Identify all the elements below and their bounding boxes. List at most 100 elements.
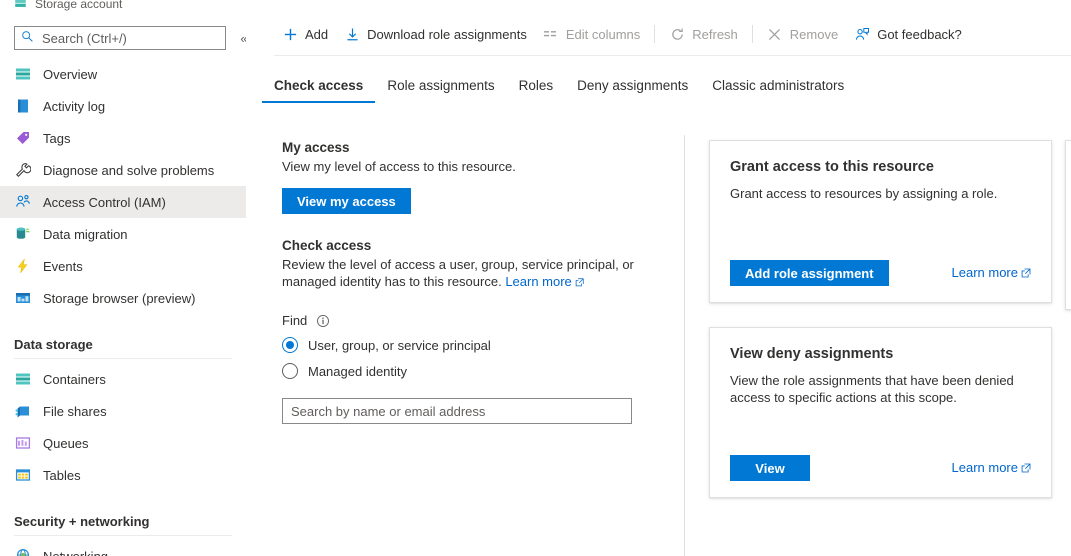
breadcrumb[interactable]: Storage account <box>0 0 246 14</box>
sidebar-item-activity-log[interactable]: Activity log <box>0 90 246 122</box>
search-input[interactable] <box>40 30 219 47</box>
card-footer: View Learn more <box>730 455 1031 481</box>
sidebar-item-label: Tags <box>43 131 70 146</box>
external-link-icon <box>1021 461 1031 476</box>
sidebar-item-networking[interactable]: Networking <box>0 540 246 556</box>
sidebar-item-queues[interactable]: Queues <box>0 427 246 459</box>
sidebar-group-label: Data storage <box>14 337 93 352</box>
wrench-icon <box>14 161 32 179</box>
card-add-role-assignment-button[interactable]: Add role assignment <box>730 260 889 286</box>
column-divider <box>684 135 685 556</box>
tables-icon <box>14 466 32 484</box>
plus-icon <box>282 26 298 42</box>
tab-bar: Check access Role assignments Roles Deny as… <box>274 72 856 103</box>
radio-button[interactable] <box>282 363 298 379</box>
command-bar-divider <box>274 55 1071 56</box>
sidebar-item-data-migration[interactable]: Data migration <box>0 218 246 250</box>
toolbar-remove-button: Remove <box>759 19 846 49</box>
chevron-double-left-icon: « <box>240 31 246 46</box>
containers-icon <box>14 370 32 388</box>
search-icon <box>21 30 34 46</box>
tab-label: Check access <box>274 78 363 93</box>
events-icon <box>14 257 32 275</box>
storage-browser-icon <box>14 289 32 307</box>
card-grant-access-to-this-resource: Grant access to this resource Grant acces… <box>709 140 1052 303</box>
find-label-row: Find <box>282 313 672 328</box>
tab-check-access[interactable]: Check access <box>262 72 375 103</box>
sidebar-item-label: Data migration <box>43 227 128 242</box>
sidebar-item-access-control-iam[interactable]: Access Control (IAM) <box>0 186 246 218</box>
sidebar-item-containers[interactable]: Containers <box>0 363 246 395</box>
tab-label: Role assignments <box>387 78 494 93</box>
close-icon <box>767 26 783 42</box>
principal-search-input[interactable] <box>282 398 632 424</box>
my-access-description: View my level of access to this resource… <box>282 158 642 175</box>
sidebar-group-divider <box>14 535 232 536</box>
overview-icon <box>14 65 32 83</box>
sidebar-item-label: Containers <box>43 372 106 387</box>
sidebar-item-file-shares[interactable]: File shares <box>0 395 246 427</box>
toolbar-separator <box>654 25 655 43</box>
sidebar-item-label: Access Control (IAM) <box>43 195 166 210</box>
toolbar-add-button[interactable]: Add <box>274 19 336 49</box>
sidebar-item-label: Activity log <box>43 99 105 114</box>
card-partial-offscreen[interactable] <box>1065 140 1071 310</box>
view-my-access-button[interactable]: View my access <box>282 188 411 214</box>
learn-more-label: Learn more <box>505 274 571 289</box>
card-title: View deny assignments <box>730 346 1031 362</box>
tab-label: Classic administrators <box>712 78 844 93</box>
radio-button[interactable] <box>282 337 298 353</box>
sidebar-item-tags[interactable]: Tags <box>0 122 246 154</box>
my-access-title: My access <box>282 140 672 155</box>
toolbar-download-role-assignments-button[interactable]: Download role assignments <box>336 19 535 49</box>
toolbar-button-label: Got feedback? <box>877 27 962 42</box>
sidebar-item-label: Overview <box>43 67 97 82</box>
sidebar-item-overview[interactable]: Overview <box>0 58 246 90</box>
sidebar-item-diagnose-and-solve-problems[interactable]: Diagnose and solve problems <box>0 154 246 186</box>
toolbar-refresh-button: Refresh <box>661 19 746 49</box>
toolbar-edit-columns-button: Edit columns <box>535 19 648 49</box>
external-link-icon <box>575 274 584 291</box>
sidebar-search[interactable] <box>14 26 226 50</box>
toolbar-button-label: Download role assignments <box>367 27 527 42</box>
sidebar-item-storage-browser-preview[interactable]: Storage browser (preview) <box>0 282 246 314</box>
sidebar-group-header: Security + networking <box>0 497 246 531</box>
toolbar-separator <box>752 25 753 43</box>
activity-log-icon <box>14 97 32 115</box>
azure-portal-iam-blade: Storage account « Overview Activity log Ta… <box>0 0 1071 556</box>
tab-role-assignments[interactable]: Role assignments <box>375 72 506 103</box>
card-title: Grant access to this resource <box>730 159 1031 175</box>
find-radio-group: User, group, or service principal Managed… <box>282 332 672 384</box>
card-description: View the role assignments that have been… <box>730 372 1031 406</box>
sidebar-item-label: Networking <box>43 549 108 556</box>
toolbar-button-label: Edit columns <box>566 27 640 42</box>
tab-classic-administrators[interactable]: Classic administrators <box>700 72 856 103</box>
sidebar-item-label: File shares <box>43 404 107 419</box>
toolbar-button-label: Remove <box>790 27 838 42</box>
tab-label: Deny assignments <box>577 78 688 93</box>
tab-roles[interactable]: Roles <box>507 72 566 103</box>
check-access-description: Review the level of access a user, group… <box>282 256 642 291</box>
radio-option-user-group-or-service-principal[interactable]: User, group, or service principal <box>282 332 672 358</box>
card-spacer <box>730 406 1031 455</box>
toolbar-button-label: Add <box>305 27 328 42</box>
toolbar-got-feedback-button[interactable]: Got feedback? <box>846 19 970 49</box>
card-view-button[interactable]: View <box>730 455 810 481</box>
radio-label: Managed identity <box>308 364 407 379</box>
access-control-icon <box>14 193 32 211</box>
check-access-learn-more-link[interactable]: Learn more <box>505 274 583 289</box>
sidebar-item-events[interactable]: Events <box>0 250 246 282</box>
storage-account-icon <box>14 0 27 11</box>
card-learn-more-link[interactable]: Learn more <box>952 265 1031 281</box>
check-access-title: Check access <box>282 238 672 253</box>
tab-label: Roles <box>519 78 554 93</box>
sidebar-item-tables[interactable]: Tables <box>0 459 246 491</box>
card-learn-more-link[interactable]: Learn more <box>952 460 1031 476</box>
learn-more-label: Learn more <box>952 460 1018 475</box>
card-description: Grant access to resources by assigning a… <box>730 185 1031 202</box>
radio-option-managed-identity[interactable]: Managed identity <box>282 358 672 384</box>
sidebar-group-divider <box>14 358 232 359</box>
collapse-sidebar-button[interactable]: « <box>234 28 246 48</box>
tab-deny-assignments[interactable]: Deny assignments <box>565 72 700 103</box>
info-icon[interactable] <box>316 314 330 328</box>
